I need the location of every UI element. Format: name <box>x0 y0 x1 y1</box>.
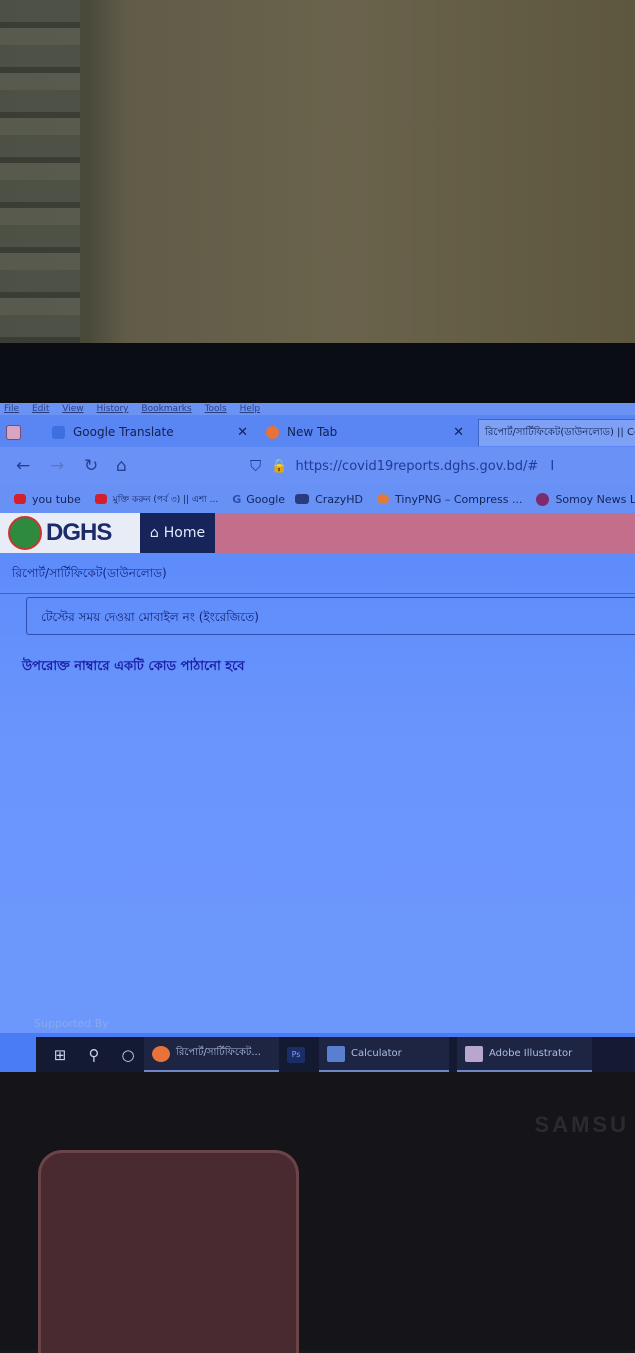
youtube-icon <box>14 494 26 504</box>
somoy-icon <box>536 492 550 506</box>
menu-view[interactable]: View <box>62 404 83 414</box>
shield-icon: ⛉ <box>250 457 262 475</box>
tab-label: Google Translate <box>73 425 174 439</box>
google-icon: G <box>232 492 242 506</box>
bookmark-youtube[interactable]: you tube <box>14 493 81 506</box>
taskbar-app-label: রিপোর্ট/সার্টিফিকেট... <box>176 1047 261 1058</box>
bookmark-google[interactable]: G Google <box>232 493 285 506</box>
bookmark-tinypng[interactable]: TinyPNG – Compress ... <box>377 493 522 506</box>
monitor-bezel-top <box>0 343 635 405</box>
cup-foreground <box>38 1150 299 1353</box>
bookmark-label: CrazyHD <box>315 492 364 506</box>
tab-new-tab[interactable]: New Tab ✕ <box>266 419 472 445</box>
menu-help[interactable]: Help <box>240 404 261 414</box>
cortana-icon[interactable]: ○ <box>118 1046 138 1064</box>
menu-tools[interactable]: Tools <box>205 404 227 414</box>
curtain <box>0 0 80 345</box>
mobile-number-input[interactable]: টেস্টের সময় দেওয়া মোবাইল নং (ইংরেজিতে) <box>26 597 635 635</box>
forward-arrow-icon[interactable]: → <box>50 456 64 476</box>
calculator-icon <box>327 1045 345 1062</box>
url-text: https://covid19reports.dghs.gov.bd/# <box>295 458 539 474</box>
logo-text: DGHS <box>46 519 112 546</box>
firefox-icon <box>152 1045 170 1062</box>
lock-icon: 🔒 <box>271 458 288 474</box>
home-icon[interactable]: ⌂ <box>116 456 127 476</box>
tab-covid-report[interactable]: রিপোর্ট/সার্টিফিকেট(ডাউনলোড) || Covid R <box>478 419 635 446</box>
hd-icon <box>295 494 310 504</box>
windows-taskbar: ⊞ ⚲ ○ রিপোর্ট/সার্টিফিকেট... Ps Calculat… <box>36 1037 635 1072</box>
dghs-logo[interactable]: DGHS <box>0 513 140 553</box>
taskbar-app-label: Adobe Illustrator <box>489 1048 573 1059</box>
text-cursor-icon: I <box>550 458 555 474</box>
bookmark-somoy-news[interactable]: Somoy News LIV <box>536 492 635 506</box>
panda-icon <box>377 494 390 504</box>
home-nav-button[interactable]: ⌂ Home <box>140 513 215 553</box>
navigation-bar: ← → ↻ ⌂ ⛉ 🔒 https://covid19reports.dghs.… <box>0 447 635 485</box>
windows-start-icon[interactable]: ⊞ <box>50 1046 70 1064</box>
close-icon[interactable]: ✕ <box>229 425 256 440</box>
bookmark-label: মুক্তি করুন (পর্ব ৩) || এশা ... <box>112 494 219 505</box>
page-title: রিপোর্ট/সার্টিফিকেট(ডাউনলোড) <box>0 553 635 594</box>
taskbar-app-photoshop[interactable]: Ps <box>279 1037 319 1072</box>
supported-by-label: Supported By <box>34 1017 109 1030</box>
search-icon[interactable]: ⚲ <box>84 1046 104 1064</box>
menu-file[interactable]: File <box>4 404 19 414</box>
reload-icon[interactable]: ↻ <box>84 456 98 476</box>
bookmark-label: Somoy News LIV <box>555 492 635 506</box>
monitor-screen: File Edit View History Bookmarks Tools H… <box>0 403 635 1072</box>
bookmark-crazyhd[interactable]: CrazyHD <box>295 493 363 506</box>
home-icon: ⌂ <box>149 525 159 541</box>
home-label: Home <box>163 525 206 541</box>
grid-icon <box>6 424 21 440</box>
monitor-brand-label: SAMSU <box>534 1112 629 1137</box>
address-bar[interactable]: ⛉ 🔒 https://covid19reports.dghs.gov.bd/#… <box>250 453 635 479</box>
bookmark-label: TinyPNG – Compress ... <box>395 492 523 506</box>
bookmarks-bar: you tube মুক্তি করুন (পর্ব ৩) || এশা ...… <box>0 485 635 513</box>
tab-label: New Tab <box>287 425 338 439</box>
photoshop-icon: Ps <box>287 1046 305 1063</box>
taskbar-app-firefox[interactable]: রিপোর্ট/সার্টিফিকেট... <box>144 1037 279 1072</box>
menu-bookmarks[interactable]: Bookmarks <box>141 404 191 414</box>
back-arrow-icon[interactable]: ← <box>16 456 30 476</box>
taskbar-app-illustrator[interactable]: Adobe Illustrator <box>457 1037 592 1072</box>
bookmark-label: you tube <box>32 492 81 506</box>
wall-background <box>0 0 635 345</box>
tab-overview-button[interactable] <box>6 419 30 445</box>
bookmark-youtube-video[interactable]: মুক্তি করুন (পর্ব ৩) || এশা ... <box>94 492 219 507</box>
tab-google-translate[interactable]: Google Translate ✕ <box>52 419 256 445</box>
taskbar-app-calculator[interactable]: Calculator <box>319 1037 449 1072</box>
site-header: DGHS ⌂ Home <box>0 513 635 553</box>
tab-label: রিপোর্ট/সার্টিফিকেট(ডাউনলোড) || Covid R <box>485 426 635 438</box>
tab-bar: Google Translate ✕ New Tab ✕ রিপোর্ট/সার… <box>0 415 635 447</box>
bookmark-label: Google <box>246 492 286 506</box>
menu-bar: File Edit View History Bookmarks Tools H… <box>0 403 635 415</box>
firefox-icon <box>266 425 279 439</box>
illustrator-icon <box>465 1045 483 1062</box>
taskbar-app-label: Calculator <box>351 1048 402 1059</box>
code-hint-text: উপরোক্ত নাম্বারে একটি কোড পাঠানো হবে <box>22 659 245 674</box>
page-content: রিপোর্ট/সার্টিফিকেট(ডাউনলোড) টেস্টের সময… <box>0 553 635 1033</box>
menu-edit[interactable]: Edit <box>32 404 49 414</box>
close-icon[interactable]: ✕ <box>445 425 472 440</box>
government-seal-icon <box>8 516 42 550</box>
menu-history[interactable]: History <box>96 404 128 414</box>
translate-icon <box>52 425 65 439</box>
youtube-icon <box>94 494 107 504</box>
